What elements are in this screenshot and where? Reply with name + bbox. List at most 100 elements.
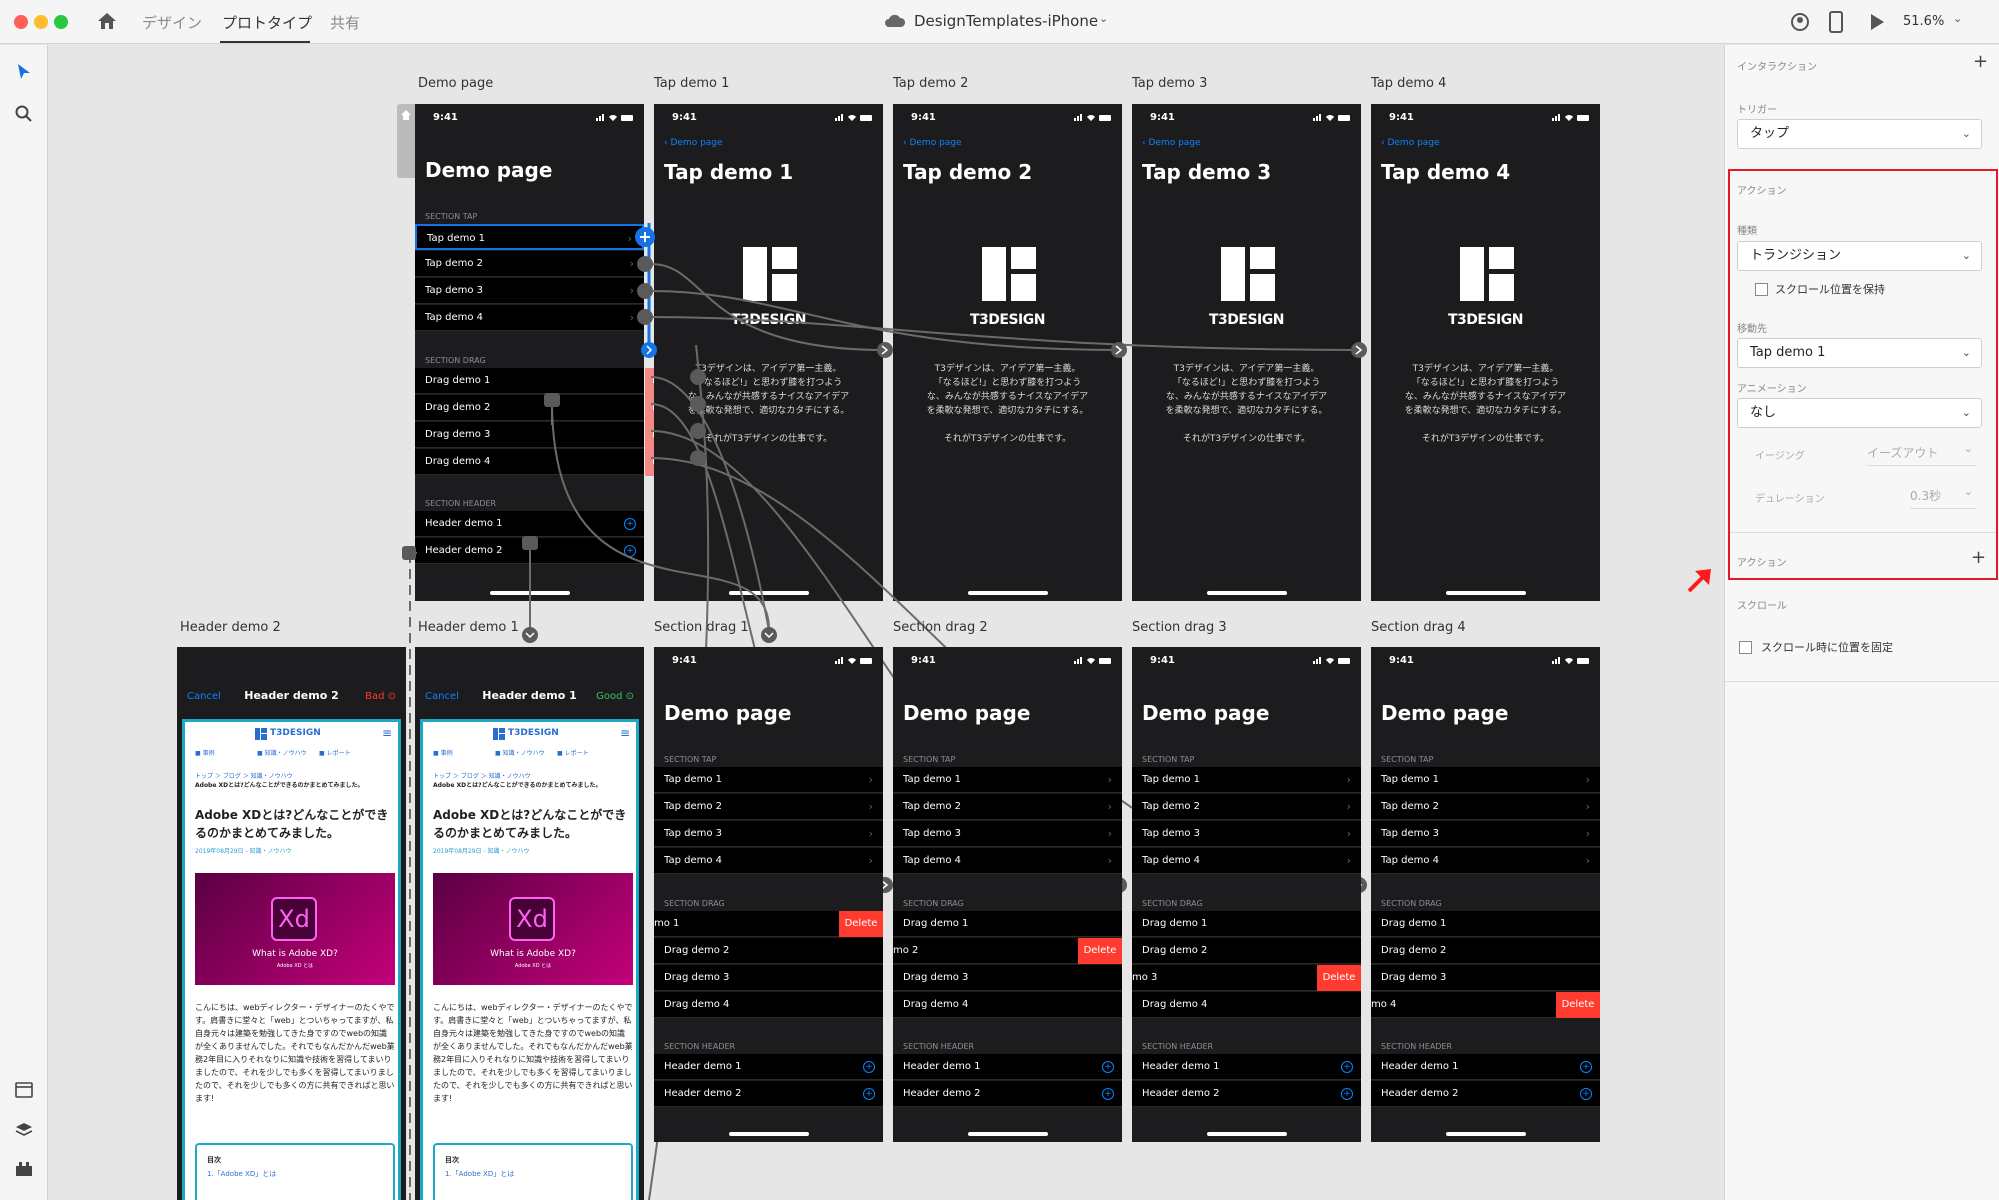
- design-canvas[interactable]: Demo page 9:41 Demo page SECTION TAP Tap…: [49, 45, 1724, 1200]
- select-tool-icon[interactable]: [16, 63, 32, 81]
- tap-row-1[interactable]: Tap demo 1 ›: [1132, 767, 1361, 793]
- zoom-level[interactable]: 51.6%: [1903, 14, 1944, 29]
- play-icon[interactable]: [1869, 13, 1885, 31]
- tap-row-2[interactable]: Tap demo 2 ›: [1132, 794, 1361, 820]
- artboard-label-drag-1[interactable]: Section drag 1: [654, 620, 749, 635]
- home-icon[interactable]: [97, 12, 117, 30]
- tap-row-4[interactable]: Tap demo 4 ›: [654, 848, 883, 874]
- tap-row-2[interactable]: Tap demo 2 ›: [893, 794, 1122, 820]
- artboard-label-header-0[interactable]: Header demo 2: [180, 620, 281, 635]
- animation-select[interactable]: なし ⌄: [1737, 398, 1982, 428]
- tap-row-3[interactable]: Tap demo 3 ›: [654, 821, 883, 847]
- add-interaction-icon[interactable]: +: [1973, 51, 1988, 72]
- tap-row-2[interactable]: Tap demo 2 ›: [1371, 794, 1600, 820]
- artboard-label-drag-4[interactable]: Section drag 4: [1371, 620, 1466, 635]
- status-button[interactable]: Good ⊙: [596, 691, 634, 702]
- minimize-window-button[interactable]: [34, 15, 48, 29]
- assets-icon[interactable]: [15, 1082, 33, 1098]
- tap-row-1[interactable]: Tap demo 1 ›: [1371, 767, 1600, 793]
- header-row-1[interactable]: Header demo 1 +: [893, 1054, 1122, 1080]
- drag-row-1[interactable]: Drag demo 1: [893, 911, 1122, 937]
- tab-share[interactable]: 共有: [330, 12, 360, 33]
- drag-row-2[interactable]: Drag demo 2: [1132, 938, 1361, 964]
- tap-row-4[interactable]: Tap demo 4 ›: [1371, 848, 1600, 874]
- artboard-section-drag-4[interactable]: 9:41 Demo page SECTION TAP Tap demo 1 › Tap d…: [1371, 647, 1600, 1142]
- maximize-window-button[interactable]: [54, 15, 68, 29]
- destination-select[interactable]: Tap demo 1 ⌄: [1737, 338, 1982, 368]
- drag-row-3[interactable]: Drag demo 3: [654, 965, 883, 991]
- add-action-icon[interactable]: +: [1971, 547, 1986, 568]
- row-label: Drag demo 1: [1142, 918, 1208, 929]
- tap-row-3[interactable]: Tap demo 3 ›: [893, 821, 1122, 847]
- drag-row-1[interactable]: Drag demo 1: [1132, 911, 1361, 937]
- toc-item: 1.「Adobe XD」とは: [445, 1170, 515, 1178]
- tap-row-4[interactable]: Tap demo 4 ›: [1132, 848, 1361, 874]
- plugins-icon[interactable]: [15, 1161, 33, 1177]
- tap-row-3[interactable]: Tap demo 3 ›: [1371, 821, 1600, 847]
- drag-row-2[interactable]: Drag demo 2: [1371, 938, 1600, 964]
- artboard-header-demo[interactable]: Cancel Header demo 1 Good ⊙ T3DESIGN ≡ ■ 事例 ■ …: [415, 647, 644, 1200]
- chevron-right-icon: ›: [1585, 854, 1590, 867]
- tap-row-4[interactable]: Tap demo 4 ›: [893, 848, 1122, 874]
- delete-button[interactable]: Delete: [1078, 938, 1122, 964]
- xd-caption-small: Adobe XD とは: [514, 963, 552, 969]
- header-row-2[interactable]: Header demo 2 +: [1371, 1081, 1600, 1107]
- tab-design[interactable]: デザイン: [142, 12, 202, 33]
- artboard-label-header-1[interactable]: Header demo 1: [418, 620, 519, 635]
- header-row-1[interactable]: Header demo 1 +: [654, 1054, 883, 1080]
- status-time: 9:41: [1389, 655, 1414, 666]
- user-icon[interactable]: [1790, 12, 1810, 32]
- row-label: Drag demo 2: [1142, 945, 1208, 956]
- status-button[interactable]: Bad ⊙: [365, 691, 396, 702]
- action-type-select[interactable]: トランジション ⌄: [1737, 241, 1982, 271]
- drag-row-4[interactable]: Drag demo 4: [1132, 992, 1361, 1018]
- header-row-2[interactable]: Header demo 2 +: [654, 1081, 883, 1107]
- close-window-button[interactable]: [14, 15, 28, 29]
- status-icons: [835, 657, 872, 664]
- plus-circle-icon: +: [1580, 1061, 1592, 1073]
- tap-row-1[interactable]: Tap demo 1 ›: [893, 767, 1122, 793]
- artboard-section-drag-1[interactable]: 9:41 Demo page SECTION TAP Tap demo 1 › Tap d…: [654, 647, 883, 1142]
- artboard-label-drag-2[interactable]: Section drag 2: [893, 620, 988, 635]
- chevron-down-icon[interactable]: ⌄: [1099, 12, 1108, 25]
- artboard-section-drag-2[interactable]: 9:41 Demo page SECTION TAP Tap demo 1 › Tap d…: [893, 647, 1122, 1142]
- tap-row-2[interactable]: Tap demo 2 ›: [654, 794, 883, 820]
- drag-row-1[interactable]: Drag demo 1: [1371, 911, 1600, 937]
- header-row-1[interactable]: Header demo 1 +: [1371, 1054, 1600, 1080]
- drag-row-swiped[interactable]: mo 4 Delete: [1371, 992, 1600, 1018]
- delete-button[interactable]: Delete: [1317, 965, 1361, 991]
- drag-row-swiped[interactable]: mo 1 Delete: [654, 911, 883, 937]
- row-label: Tap demo 1: [1381, 774, 1440, 785]
- duration-select[interactable]: 0.3秒 ⌄: [1910, 485, 1977, 509]
- row-label: Header demo 1: [664, 1061, 742, 1072]
- header-row-2[interactable]: Header demo 2 +: [893, 1081, 1122, 1107]
- header-row-1[interactable]: Header demo 1 +: [1132, 1054, 1361, 1080]
- artboard-section-drag-3[interactable]: 9:41 Demo page SECTION TAP Tap demo 1 › Tap d…: [1132, 647, 1361, 1142]
- drag-row-swiped[interactable]: mo 3 Delete: [1132, 965, 1361, 991]
- device-preview-icon[interactable]: [1829, 11, 1843, 33]
- divider: [1730, 532, 1996, 533]
- drag-row-2[interactable]: Drag demo 2: [654, 938, 883, 964]
- delete-button[interactable]: Delete: [1556, 992, 1600, 1018]
- artboard-header-demo[interactable]: Cancel Header demo 2 Bad ⊙ T3DESIGN ≡ ■ 事例 ■ 知…: [177, 647, 406, 1200]
- document-title[interactable]: DesignTemplates-iPhone: [914, 12, 1098, 30]
- fix-scroll-checkbox[interactable]: [1739, 641, 1752, 654]
- delete-button[interactable]: Delete: [839, 911, 883, 937]
- zoom-tool-icon[interactable]: [15, 105, 33, 123]
- tap-row-1[interactable]: Tap demo 1 ›: [654, 767, 883, 793]
- chevron-right-icon: ›: [1107, 773, 1112, 786]
- drag-row-4[interactable]: Drag demo 4: [654, 992, 883, 1018]
- tab-prototype[interactable]: プロトタイプ: [222, 12, 312, 33]
- easing-select[interactable]: イーズアウト ⌄: [1867, 442, 1977, 466]
- keep-scroll-checkbox[interactable]: [1755, 283, 1768, 296]
- drag-row-3[interactable]: Drag demo 3: [893, 965, 1122, 991]
- header-row-2[interactable]: Header demo 2 +: [1132, 1081, 1361, 1107]
- drag-row-swiped[interactable]: mo 2 Delete: [893, 938, 1122, 964]
- drag-row-4[interactable]: Drag demo 4: [893, 992, 1122, 1018]
- zoom-chevron-icon[interactable]: ⌄: [1953, 12, 1962, 25]
- trigger-select[interactable]: タップ ⌄: [1737, 119, 1982, 149]
- drag-row-3[interactable]: Drag demo 3: [1371, 965, 1600, 991]
- layers-icon[interactable]: [15, 1122, 33, 1138]
- tap-row-3[interactable]: Tap demo 3 ›: [1132, 821, 1361, 847]
- artboard-label-drag-3[interactable]: Section drag 3: [1132, 620, 1227, 635]
